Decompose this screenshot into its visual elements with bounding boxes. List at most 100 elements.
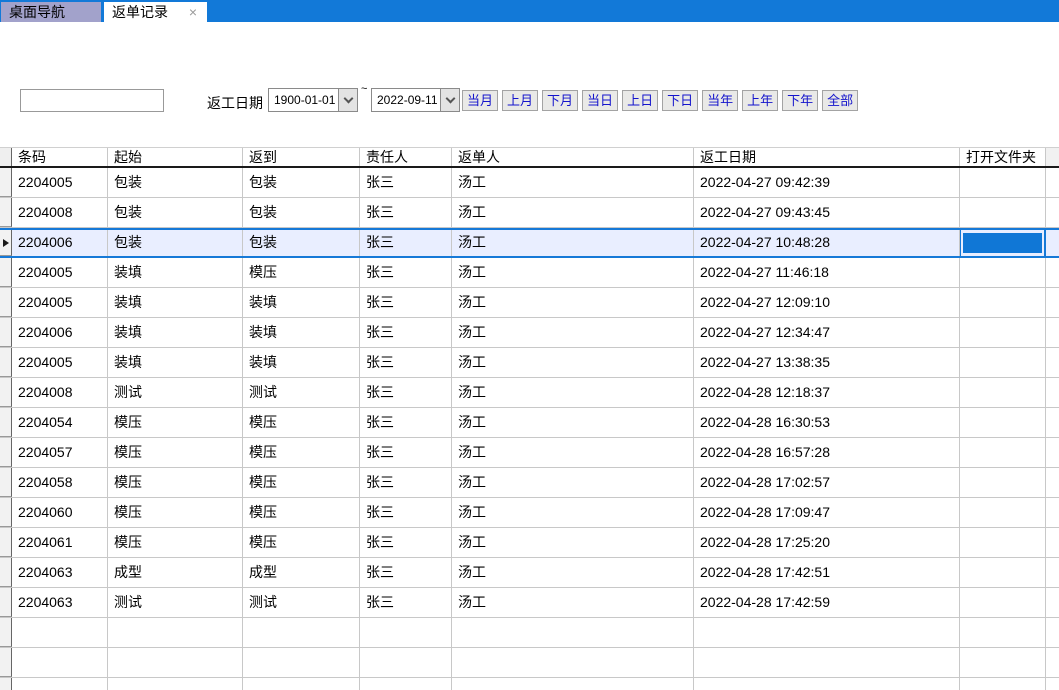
row-selector[interactable] [0,528,12,557]
cell-from-step[interactable]: 模压 [108,498,243,527]
column-header-responsible[interactable]: 责任人 [360,148,452,166]
cell-barcode[interactable]: 2204054 [12,408,108,437]
cell-returner[interactable]: 汤工 [452,498,694,527]
quick-filter-button-4[interactable]: 当日 [582,90,618,111]
cell-rework-time[interactable] [694,618,960,647]
cell-rework-time[interactable]: 2022-04-28 16:57:28 [694,438,960,467]
cell-to-step[interactable]: 模压 [243,408,360,437]
cell-open-folder[interactable] [960,258,1046,287]
quick-filter-button-1[interactable]: 当月 [462,90,498,111]
cell-rework-time[interactable]: 2022-04-28 17:02:57 [694,468,960,497]
cell-from-step[interactable]: 成型 [108,558,243,587]
row-selector[interactable] [0,230,12,256]
cell-responsible[interactable]: 张三 [360,468,452,497]
cell-from-step[interactable]: 装填 [108,288,243,317]
cell-barcode[interactable]: 2204057 [12,438,108,467]
cell-rework-time[interactable]: 2022-04-27 09:43:45 [694,198,960,227]
cell-responsible[interactable] [360,618,452,647]
row-selector[interactable] [0,168,12,197]
cell-responsible[interactable]: 张三 [360,528,452,557]
cell-to-step[interactable]: 成型 [243,558,360,587]
cell-open-folder[interactable] [960,558,1046,587]
row-selector[interactable] [0,288,12,317]
cell-responsible[interactable]: 张三 [360,348,452,377]
cell-barcode[interactable]: 2204061 [12,528,108,557]
row-selector[interactable] [0,618,12,647]
cell-to-step[interactable]: 模压 [243,468,360,497]
cell-barcode[interactable]: 2204060 [12,498,108,527]
cell-responsible[interactable]: 张三 [360,288,452,317]
date-from-picker[interactable]: 1900-01-01 [268,88,358,112]
cell-barcode[interactable]: 2204005 [12,348,108,377]
cell-responsible[interactable] [360,678,452,690]
cell-barcode[interactable]: 2204058 [12,468,108,497]
table-row[interactable]: 2204006包装包装张三汤工2022-04-27 10:48:28 [0,228,1059,258]
cell-open-folder[interactable] [960,230,1046,256]
close-icon[interactable]: × [187,3,199,21]
cell-open-folder[interactable] [960,288,1046,317]
cell-rework-time[interactable]: 2022-04-28 17:42:59 [694,588,960,617]
cell-from-step[interactable] [108,618,243,647]
table-row-empty[interactable] [0,678,1059,690]
row-selector[interactable] [0,348,12,377]
cell-returner[interactable]: 汤工 [452,468,694,497]
cell-returner[interactable]: 汤工 [452,168,694,197]
date-to-picker[interactable]: 2022-09-11 [371,88,460,112]
cell-returner[interactable]: 汤工 [452,198,694,227]
cell-rework-time[interactable]: 2022-04-28 17:42:51 [694,558,960,587]
cell-rework-time[interactable]: 2022-04-27 13:38:35 [694,348,960,377]
cell-open-folder[interactable] [960,378,1046,407]
cell-rework-time[interactable]: 2022-04-27 09:42:39 [694,168,960,197]
cell-from-step[interactable]: 包装 [108,230,243,256]
cell-rework-time[interactable]: 2022-04-27 11:46:18 [694,258,960,287]
cell-from-step[interactable] [108,678,243,690]
cell-open-folder[interactable] [960,318,1046,347]
quick-filter-button-8[interactable]: 上年 [742,90,778,111]
row-selector[interactable] [0,198,12,227]
cell-open-folder[interactable] [960,498,1046,527]
cell-to-step[interactable]: 装填 [243,348,360,377]
cell-barcode[interactable]: 2204006 [12,318,108,347]
cell-open-folder[interactable] [960,408,1046,437]
quick-filter-button-5[interactable]: 上日 [622,90,658,111]
search-input[interactable] [20,89,164,112]
cell-rework-time[interactable]: 2022-04-28 17:09:47 [694,498,960,527]
cell-from-step[interactable]: 测试 [108,588,243,617]
table-row[interactable]: 2204057模压模压张三汤工2022-04-28 16:57:28 [0,438,1059,468]
cell-responsible[interactable]: 张三 [360,168,452,197]
cell-from-step[interactable]: 模压 [108,528,243,557]
table-row-empty[interactable] [0,618,1059,648]
cell-from-step[interactable]: 模压 [108,468,243,497]
cell-open-folder[interactable] [960,678,1046,690]
cell-returner[interactable]: 汤工 [452,258,694,287]
table-row[interactable]: 2204006装填装填张三汤工2022-04-27 12:34:47 [0,318,1059,348]
column-header-to-step[interactable]: 返到 [243,148,360,166]
cell-returner[interactable]: 汤工 [452,528,694,557]
cell-responsible[interactable] [360,648,452,677]
column-header-rework-time[interactable]: 返工日期 [694,148,960,166]
cell-rework-time[interactable]: 2022-04-27 12:34:47 [694,318,960,347]
cell-to-step[interactable]: 模压 [243,528,360,557]
row-selector[interactable] [0,588,12,617]
cell-to-step[interactable]: 模压 [243,438,360,467]
row-selector[interactable] [0,438,12,467]
cell-open-folder[interactable] [960,198,1046,227]
cell-returner[interactable]: 汤工 [452,588,694,617]
cell-from-step[interactable]: 模压 [108,408,243,437]
row-selector[interactable] [0,408,12,437]
date-from-dropdown-button[interactable] [338,89,357,111]
table-row[interactable]: 2204063成型成型张三汤工2022-04-28 17:42:51 [0,558,1059,588]
cell-barcode[interactable]: 2204005 [12,258,108,287]
quick-filter-button-6[interactable]: 下日 [662,90,698,111]
cell-responsible[interactable]: 张三 [360,318,452,347]
table-row[interactable]: 2204054模压模压张三汤工2022-04-28 16:30:53 [0,408,1059,438]
cell-from-step[interactable]: 装填 [108,258,243,287]
cell-open-folder[interactable] [960,438,1046,467]
cell-returner[interactable]: 汤工 [452,378,694,407]
cell-to-step[interactable]: 包装 [243,230,360,256]
row-selector[interactable] [0,498,12,527]
cell-to-step[interactable] [243,678,360,690]
cell-from-step[interactable]: 模压 [108,438,243,467]
cell-rework-time[interactable]: 2022-04-28 12:18:37 [694,378,960,407]
cell-barcode[interactable] [12,678,108,690]
